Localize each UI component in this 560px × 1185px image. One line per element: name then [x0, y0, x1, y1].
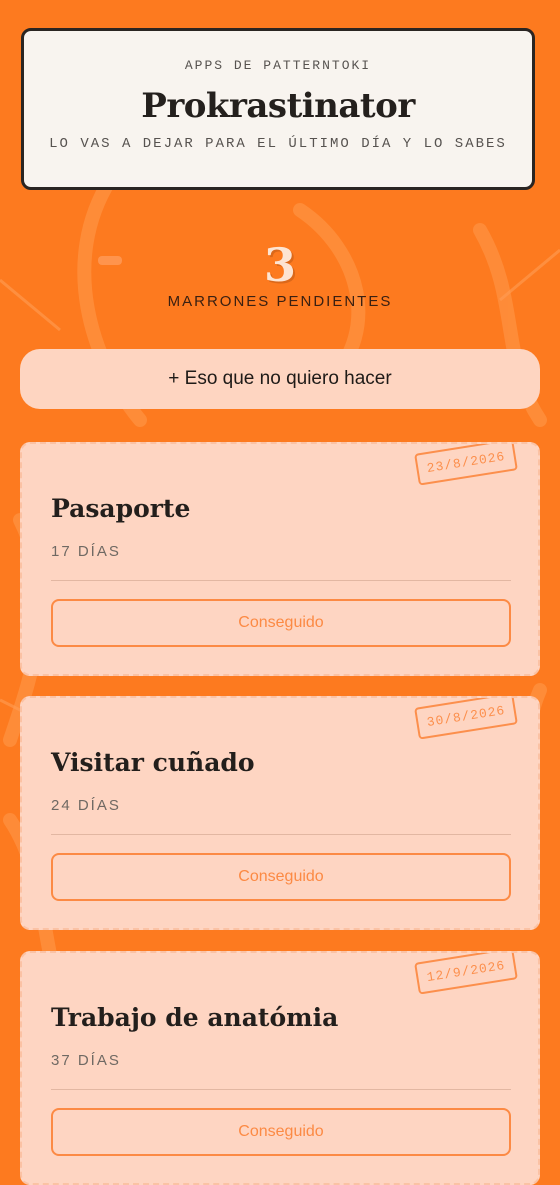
header-card: APPS DE PATTERNTOKI Prokrastinator LO VA… — [21, 28, 535, 190]
task-days-remaining: 37 DÍAS — [51, 1052, 121, 1069]
complete-button[interactable]: Conseguido — [51, 599, 511, 647]
task-title: Trabajo de anatómia — [51, 1003, 339, 1032]
divider — [51, 1089, 511, 1090]
header-kicker: APPS DE PATTERNTOKI — [184, 58, 372, 73]
due-date-stamp: 30/8/2026 — [414, 698, 518, 740]
complete-button[interactable]: Conseguido — [51, 1108, 511, 1156]
task-title: Visitar cuñado — [51, 748, 255, 777]
pending-count: 3 — [263, 238, 296, 292]
complete-button[interactable]: Conseguido — [51, 853, 511, 901]
task-days-remaining: 24 DÍAS — [51, 797, 121, 814]
task-title: Pasaporte — [51, 494, 191, 523]
task-days-remaining: 17 DÍAS — [51, 543, 121, 560]
task-card: 23/8/2026 Pasaporte 17 DÍAS Conseguido — [20, 442, 540, 676]
add-task-button[interactable]: + Eso que no quiero hacer — [20, 349, 540, 409]
due-date-stamp: 12/9/2026 — [414, 953, 518, 995]
task-card: 12/9/2026 Trabajo de anatómia 37 DÍAS Co… — [20, 951, 540, 1185]
due-date-stamp: 23/8/2026 — [414, 444, 518, 486]
header-tagline: LO VAS A DEJAR PARA EL ÚLTIMO DÍA Y LO S… — [49, 136, 507, 152]
divider — [51, 834, 511, 835]
app-title: Prokrastinator — [141, 86, 415, 126]
task-card: 30/8/2026 Visitar cuñado 24 DÍAS Consegu… — [20, 696, 540, 930]
pending-label: MARRONES PENDIENTES — [167, 293, 393, 310]
divider — [51, 580, 511, 581]
